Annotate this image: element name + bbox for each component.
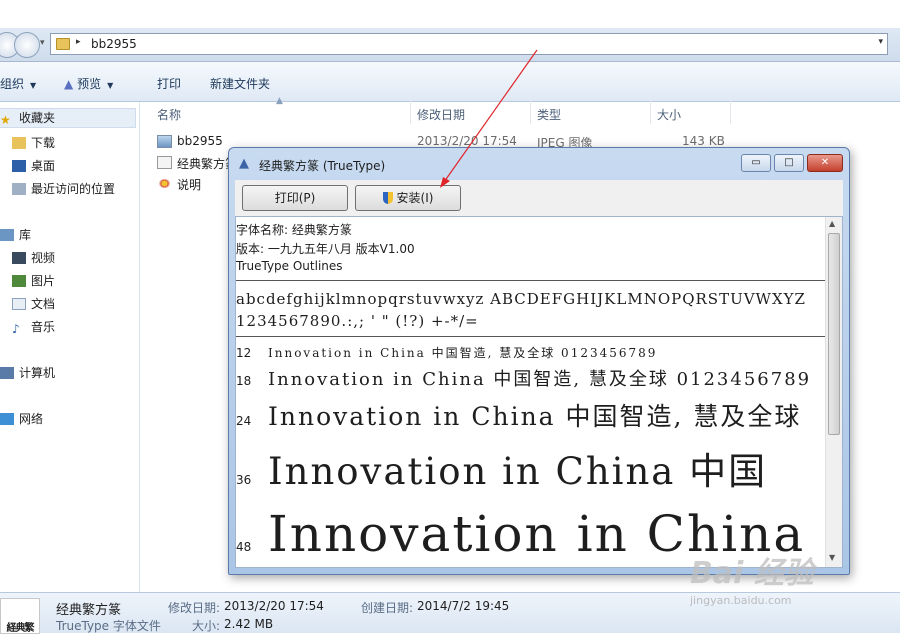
font-icon: ▲ [239, 156, 249, 171]
picture-icon [12, 275, 26, 287]
size-value: 2.42 MB [224, 617, 274, 631]
column-divider[interactable] [410, 100, 411, 124]
recent-pages-dropdown[interactable]: ▾ [40, 38, 45, 48]
font-preview-window: ▲ 经典繁方篆 (TrueType) ▭ □ ✕ 打印(P) 安装(I) 字体名… [228, 147, 850, 575]
divider [236, 280, 828, 281]
font-preview-content: 字体名称: 经典繁方篆 版本: 一九九五年八月 版本V1.00 TrueType… [235, 216, 843, 568]
sort-arrow-icon: ▲ [276, 96, 283, 106]
file-size: 143 KB [682, 134, 725, 148]
font-window-toolbar: 打印(P) 安装(I) [235, 180, 843, 216]
nav-network[interactable]: 网络 [0, 410, 43, 430]
scroll-down-icon[interactable]: ▼ [829, 553, 835, 562]
sample-size: 24 [236, 414, 252, 428]
organize-button[interactable]: 组织 ▼ [0, 75, 36, 92]
sample-row-12: 12 Innovation in China 中国智造, 慧及全球 0123456… [236, 344, 828, 362]
download-folder-icon [12, 137, 26, 149]
charset-letters: abcdefghijklmnopqrstuvwxyz ABCDEFGHIJKLM… [236, 290, 806, 308]
modified-value: 2013/2/20 17:54 [224, 599, 324, 613]
library-icon [0, 229, 14, 241]
column-divider[interactable] [730, 100, 731, 124]
maximize-button[interactable]: □ [774, 154, 804, 172]
computer-icon [0, 367, 14, 379]
divider [236, 336, 828, 337]
details-file-name: 经典繁方篆 [56, 603, 122, 618]
file-thumbnail: 経典繁 [0, 598, 40, 634]
sample-size: 36 [236, 473, 252, 487]
charset-digits: 1234567890.:,; ' " (!?) +-*/= [236, 312, 479, 330]
nav-recent[interactable]: 最近访问的位置 [12, 180, 115, 200]
chevron-right-icon[interactable]: ▸ [76, 37, 81, 47]
nav-libraries[interactable]: 库 [0, 226, 31, 246]
sample-text: Innovation in China 中国智造, 慧及全球 012345678… [268, 346, 658, 360]
nav-documents[interactable]: 文档 [12, 295, 55, 315]
sample-text: Innovation in China 中国智造, 慧及全球 [268, 402, 802, 431]
nav-computer[interactable]: 计算机 [0, 364, 55, 384]
column-header-date[interactable]: 修改日期 [417, 102, 465, 124]
sample-row-18: 18 Innovation in China 中国智造, 慧及全球 0123456… [236, 365, 828, 391]
music-icon: ♪ [12, 322, 20, 336]
window-title: 经典繁方篆 (TrueType) [259, 159, 386, 173]
details-file-type: TrueType 字体文件 [56, 619, 161, 633]
size-label: 大小: [192, 619, 221, 633]
nav-downloads[interactable]: 下载 [12, 134, 55, 154]
minimize-button[interactable]: ▭ [741, 154, 771, 172]
print-font-button[interactable]: 打印(P) [242, 185, 348, 211]
font-version-line: 版本: 一九九五年八月 版本V1.00 [236, 242, 415, 256]
file-name: bb2955 [177, 134, 223, 148]
font-name-line: 字体名称: 经典繁方篆 [236, 223, 352, 237]
recent-places-icon [12, 183, 26, 195]
scroll-up-icon[interactable]: ▲ [829, 219, 835, 228]
sample-size: 12 [236, 346, 252, 360]
print-button[interactable]: 打印 [157, 75, 181, 92]
command-bar: 组织 ▼ ▲ 预览 ▼ 打印 新建文件夹 [0, 62, 900, 102]
sample-size: 48 [236, 540, 252, 554]
nav-desktop[interactable]: 桌面 [12, 157, 55, 177]
address-bar: ▾ ▸ bb2955 ▾ [0, 28, 900, 62]
file-date: 2013/2/20 17:54 [417, 134, 517, 148]
folder-icon [56, 38, 70, 50]
nav-favorites[interactable]: ★ 收藏夹 [0, 108, 136, 128]
star-icon: ★ [0, 113, 11, 127]
uac-shield-icon [382, 192, 393, 204]
scrollbar-thumb[interactable] [828, 233, 840, 435]
nav-pictures[interactable]: 图片 [12, 272, 55, 292]
created-value: 2014/7/2 19:45 [417, 599, 510, 613]
breadcrumb[interactable]: bb2955 [91, 37, 137, 51]
baidu-watermark-url: jingyan.baidu.com [690, 594, 792, 607]
install-font-button[interactable]: 安装(I) [355, 185, 461, 211]
desktop-icon [12, 160, 26, 172]
sample-row-24: 24 Innovation in China 中国智造, 慧及全球 [236, 397, 828, 431]
preview-icon: ▲ [64, 77, 74, 91]
preview-button[interactable]: ▲ 预览 ▼ [64, 75, 113, 92]
created-label: 创建日期: [361, 601, 414, 615]
nav-music[interactable]: ♪ 音乐 [12, 318, 55, 338]
web-document-icon [157, 177, 172, 190]
sample-row-36: 36 Innovation in China 中国 [236, 441, 828, 493]
file-name: 说明 [177, 178, 202, 192]
forward-button[interactable] [14, 32, 40, 58]
font-file-icon [157, 156, 172, 169]
sample-size: 18 [236, 374, 252, 388]
new-folder-button[interactable]: 新建文件夹 [210, 75, 270, 92]
sample-text: Innovation in China 中国智造, 慧及全球 012345678… [268, 369, 812, 390]
modified-label: 修改日期: [168, 601, 221, 615]
chevron-down-icon[interactable]: ▾ [878, 37, 883, 47]
image-file-icon [157, 135, 172, 148]
video-icon [12, 252, 26, 264]
close-button[interactable]: ✕ [807, 154, 843, 172]
column-header-size[interactable]: 大小 [657, 102, 681, 124]
navigation-pane: ★ 收藏夹 下载 桌面 最近访问的位置 库 视频 图片 文档 ♪ 音乐 计算机 网络 [0, 102, 140, 592]
baidu-watermark: Bai 经验 [690, 556, 814, 591]
sample-text: Innovation in China 中国 [268, 450, 768, 493]
vertical-scrollbar[interactable]: ▲ ▼ [825, 217, 842, 567]
nav-videos[interactable]: 视频 [12, 249, 55, 269]
network-icon [0, 413, 14, 425]
column-header-name[interactable]: 名称 [157, 102, 181, 124]
column-divider[interactable] [650, 100, 651, 124]
column-divider[interactable] [530, 100, 531, 124]
column-header-type[interactable]: 类型 [537, 102, 561, 124]
address-field[interactable]: ▸ bb2955 ▾ [50, 33, 888, 55]
document-icon [12, 298, 26, 310]
font-outline-line: TrueType Outlines [236, 259, 343, 273]
